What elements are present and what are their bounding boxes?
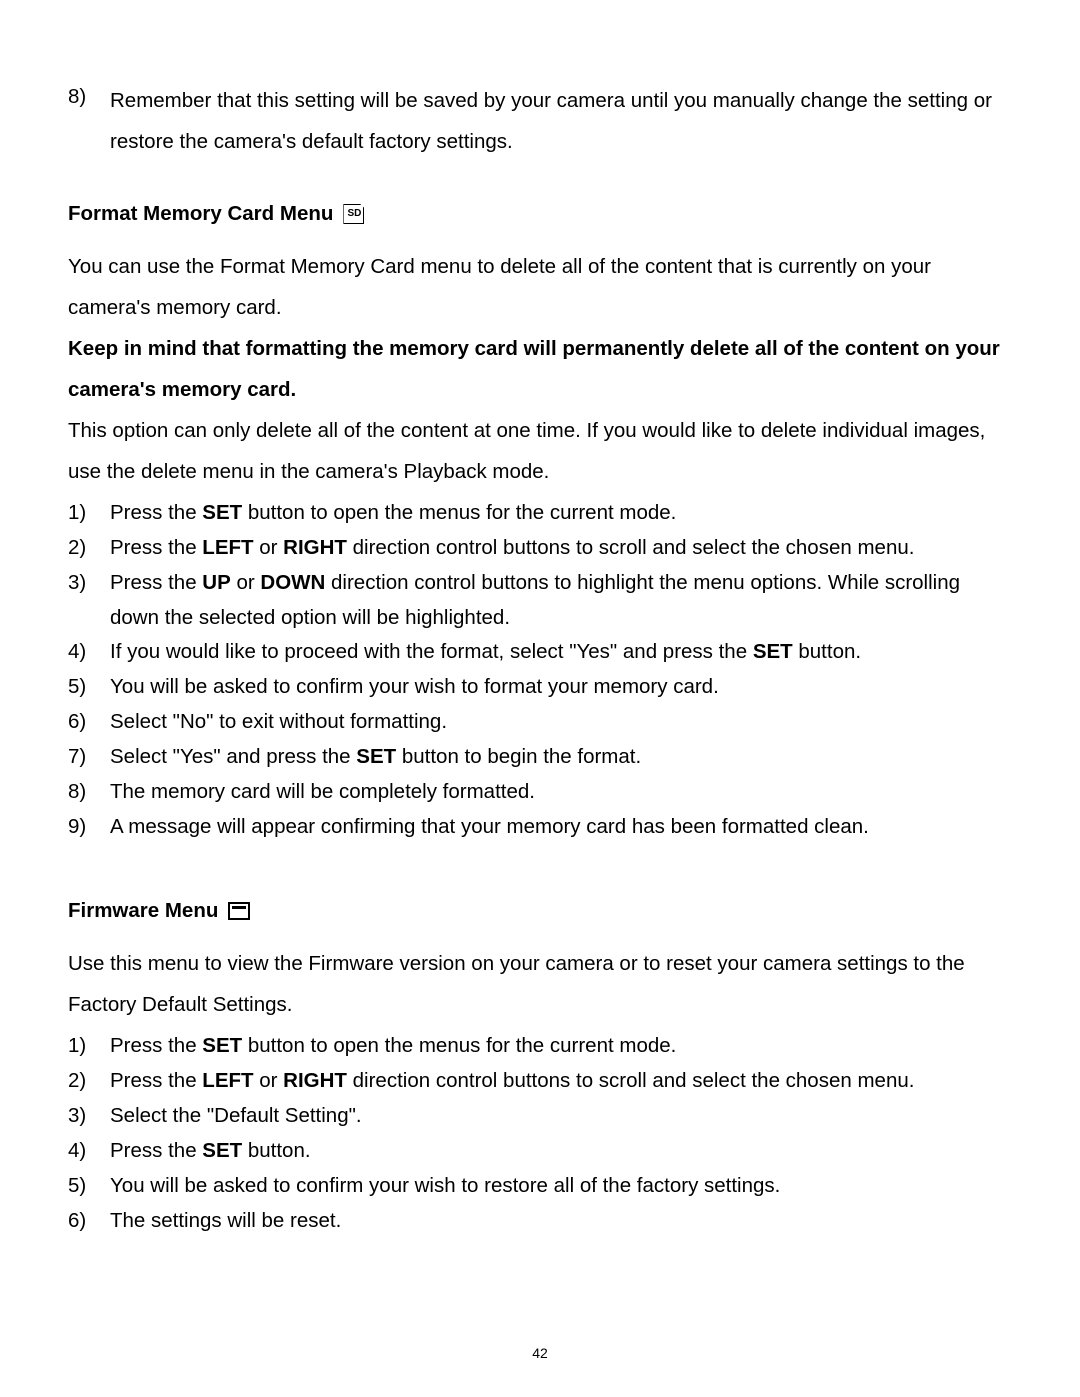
list-item: 4)Press the SET button. bbox=[68, 1134, 1012, 1169]
list-number: 6) bbox=[68, 1204, 110, 1239]
list-text: If you would like to proceed with the fo… bbox=[110, 635, 1012, 670]
format-steps-list: 1)Press the SET button to open the menus… bbox=[68, 496, 1012, 844]
list-number: 4) bbox=[68, 635, 110, 670]
list-text: Select "Yes" and press the SET button to… bbox=[110, 740, 1012, 775]
list-item: 4)If you would like to proceed with the … bbox=[68, 635, 1012, 670]
paragraph: This option can only delete all of the c… bbox=[68, 410, 1012, 492]
list-item: 8)The memory card will be completely for… bbox=[68, 775, 1012, 810]
list-number: 2) bbox=[68, 531, 110, 566]
list-number: 3) bbox=[68, 566, 110, 636]
list-item: 9)A message will appear confirming that … bbox=[68, 810, 1012, 845]
list-number: 2) bbox=[68, 1064, 110, 1099]
heading-text: Firmware Menu bbox=[68, 899, 218, 923]
section-heading-format: Format Memory Card Menu SD bbox=[68, 202, 1012, 226]
list-text: You will be asked to confirm your wish t… bbox=[110, 670, 1012, 705]
bold-term: RIGHT bbox=[283, 536, 347, 559]
list-number: 9) bbox=[68, 810, 110, 845]
list-text: The settings will be reset. bbox=[110, 1204, 1012, 1239]
bold-term: SET bbox=[202, 1139, 242, 1162]
list-number: 7) bbox=[68, 740, 110, 775]
list-text: Press the SET button to open the menus f… bbox=[110, 496, 1012, 531]
bold-term: SET bbox=[356, 745, 396, 768]
list-text: Select "No" to exit without formatting. bbox=[110, 705, 1012, 740]
bold-term: SET bbox=[202, 1034, 242, 1057]
list-item: 7)Select "Yes" and press the SET button … bbox=[68, 740, 1012, 775]
sd-card-icon: SD bbox=[343, 204, 364, 224]
paragraph: You can use the Format Memory Card menu … bbox=[68, 246, 1012, 328]
list-item: 3)Select the "Default Setting". bbox=[68, 1099, 1012, 1134]
list-number: 1) bbox=[68, 1029, 110, 1064]
list-text: Press the LEFT or RIGHT direction contro… bbox=[110, 531, 1012, 566]
firmware-steps-list: 1)Press the SET button to open the menus… bbox=[68, 1029, 1012, 1238]
bold-term: UP bbox=[202, 571, 230, 594]
list-text: Press the SET button. bbox=[110, 1134, 1012, 1169]
list-number: 8) bbox=[68, 80, 110, 162]
bold-term: LEFT bbox=[202, 536, 253, 559]
paragraph: Use this menu to view the Firmware versi… bbox=[68, 943, 1012, 1025]
list-item: 1)Press the SET button to open the menus… bbox=[68, 496, 1012, 531]
list-item: 5)You will be asked to confirm your wish… bbox=[68, 1169, 1012, 1204]
list-text: Select the "Default Setting". bbox=[110, 1099, 1012, 1134]
list-text: You will be asked to confirm your wish t… bbox=[110, 1169, 1012, 1204]
bold-term: RIGHT bbox=[283, 1069, 347, 1092]
list-text: Press the UP or DOWN direction control b… bbox=[110, 566, 1012, 636]
list-text: The memory card will be completely forma… bbox=[110, 775, 1012, 810]
list-text: Press the LEFT or RIGHT direction contro… bbox=[110, 1064, 1012, 1099]
warning-paragraph: Keep in mind that formatting the memory … bbox=[68, 328, 1012, 410]
list-number: 1) bbox=[68, 496, 110, 531]
page-content: 8) Remember that this setting will be sa… bbox=[68, 80, 1012, 1239]
list-number: 3) bbox=[68, 1099, 110, 1134]
list-item: 8) Remember that this setting will be sa… bbox=[68, 80, 1012, 162]
list-item: 5)You will be asked to confirm your wish… bbox=[68, 670, 1012, 705]
section-heading-firmware: Firmware Menu bbox=[68, 899, 1012, 923]
list-item: 2)Press the LEFT or RIGHT direction cont… bbox=[68, 531, 1012, 566]
bold-term: SET bbox=[753, 640, 793, 663]
heading-text: Format Memory Card Menu bbox=[68, 202, 333, 226]
list-number: 5) bbox=[68, 1169, 110, 1204]
firmware-icon bbox=[228, 902, 250, 920]
list-text: Press the SET button to open the menus f… bbox=[110, 1029, 1012, 1064]
bold-term: LEFT bbox=[202, 1069, 253, 1092]
list-number: 8) bbox=[68, 775, 110, 810]
list-item: 3)Press the UP or DOWN direction control… bbox=[68, 566, 1012, 636]
list-item: 6)The settings will be reset. bbox=[68, 1204, 1012, 1239]
list-text: Remember that this setting will be saved… bbox=[110, 80, 1012, 162]
list-text: A message will appear confirming that yo… bbox=[110, 810, 1012, 845]
list-number: 4) bbox=[68, 1134, 110, 1169]
list-item: 2)Press the LEFT or RIGHT direction cont… bbox=[68, 1064, 1012, 1099]
bold-term: DOWN bbox=[260, 571, 325, 594]
list-item: 6)Select "No" to exit without formatting… bbox=[68, 705, 1012, 740]
bold-term: SET bbox=[202, 501, 242, 524]
list-number: 6) bbox=[68, 705, 110, 740]
page-number: 42 bbox=[0, 1345, 1080, 1361]
list-item: 1)Press the SET button to open the menus… bbox=[68, 1029, 1012, 1064]
list-number: 5) bbox=[68, 670, 110, 705]
